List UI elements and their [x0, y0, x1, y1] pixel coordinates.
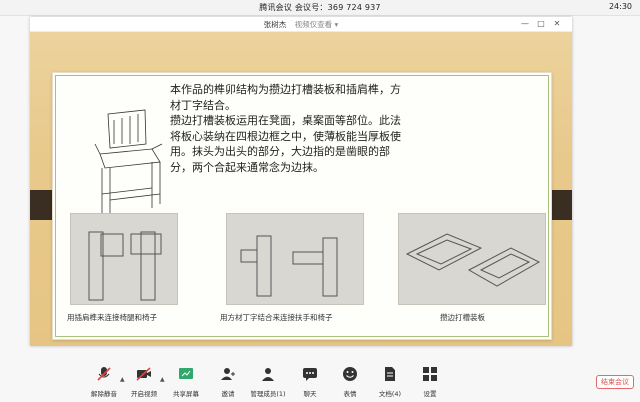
presentation-slide: 本作品的榫卯结构为攒边打槽装板和插肩榫，方材丁字结合。 攒边打槽装板运用在凳面，…	[30, 32, 572, 346]
invite-button[interactable]: 邀请	[208, 366, 248, 398]
clock: 24:30	[608, 2, 632, 11]
meeting-toolbar: 解除静音 ▲ 开启视频 ▲ 共享屏幕 邀请 管理成员(1) 聊天 表情 文档(4…	[0, 362, 640, 402]
caption-2: 用方材丁字结合来连接扶手和椅子	[220, 313, 333, 322]
end-meeting-button[interactable]: 结束会议	[596, 375, 634, 389]
start-video-button[interactable]: 开启视频	[124, 366, 164, 398]
chair-sketch-image	[94, 109, 163, 218]
emoji-icon	[343, 367, 357, 381]
caption-1: 用插肩榫来连接椅腿和椅子	[67, 313, 157, 322]
unmute-button[interactable]: 解除静音	[84, 366, 124, 398]
share-screen-label: 共享屏幕	[173, 390, 199, 398]
manage-members-label: 管理成员(1)	[250, 390, 286, 398]
slide-text: 本作品的榫卯结构为攒边打槽装板和插肩榫，方材丁字结合。 攒边打槽装板运用在凳面，…	[170, 82, 410, 175]
joinery-photo-1	[70, 213, 178, 305]
maximize-button[interactable]: □	[536, 19, 546, 28]
chat-label: 聊天	[303, 390, 317, 398]
apps-grid-icon	[423, 367, 437, 381]
joinery-photo-3	[398, 213, 546, 305]
mic-muted-icon	[97, 367, 111, 381]
share-screen-button[interactable]: 共享屏幕	[166, 366, 206, 398]
minimize-button[interactable]: —	[520, 19, 530, 28]
close-button[interactable]: ✕	[552, 19, 562, 28]
settings-button[interactable]: 设置	[410, 366, 450, 398]
chat-button[interactable]: 聊天	[290, 366, 330, 398]
view-mode-dropdown[interactable]: 视频仅查看 ▾	[295, 20, 339, 29]
documents-button[interactable]: 文档(4)	[370, 366, 410, 398]
invite-label: 邀请	[221, 390, 235, 398]
documents-label: 文档(4)	[378, 390, 402, 398]
paragraph-1: 本作品的榫卯结构为攒边打槽装板和插肩榫，方材丁字结合。	[170, 83, 401, 112]
share-titlebar: 张树杰 视频仅查看 ▾ — □ ✕	[30, 17, 572, 32]
meeting-title: 腾讯会议 会议号：369 724 937	[259, 3, 381, 12]
emoji-button[interactable]: 表情	[330, 366, 370, 398]
manage-members-button[interactable]: 管理成员(1)	[248, 366, 288, 398]
camera-off-icon	[136, 367, 151, 381]
joinery-photo-2	[226, 213, 364, 305]
emoji-label: 表情	[343, 390, 357, 398]
video-options-caret[interactable]: ▲	[160, 376, 165, 383]
chat-icon	[303, 368, 317, 381]
share-screen-icon	[179, 368, 193, 379]
add-user-icon	[221, 368, 235, 380]
start-video-label: 开启视频	[131, 390, 157, 398]
caption-3: 攒边打槽装板	[440, 313, 485, 322]
settings-label: 设置	[423, 390, 437, 398]
paragraph-2: 攒边打槽装板运用在凳面，桌案面等部位。此法将板心装纳在四根边框之中，使薄板能当厚…	[170, 114, 401, 174]
meeting-top-bar: 腾讯会议 会议号：369 724 937 24:30	[0, 0, 640, 16]
sharer-name: 张树杰	[263, 20, 287, 29]
members-icon	[262, 368, 274, 381]
unmute-label: 解除静音	[91, 390, 117, 398]
document-icon	[385, 367, 395, 381]
shared-screen-window: 张树杰 视频仅查看 ▾ — □ ✕ 本作品的榫卯结构为攒边打槽装板和插肩榫，方材…	[30, 17, 572, 346]
